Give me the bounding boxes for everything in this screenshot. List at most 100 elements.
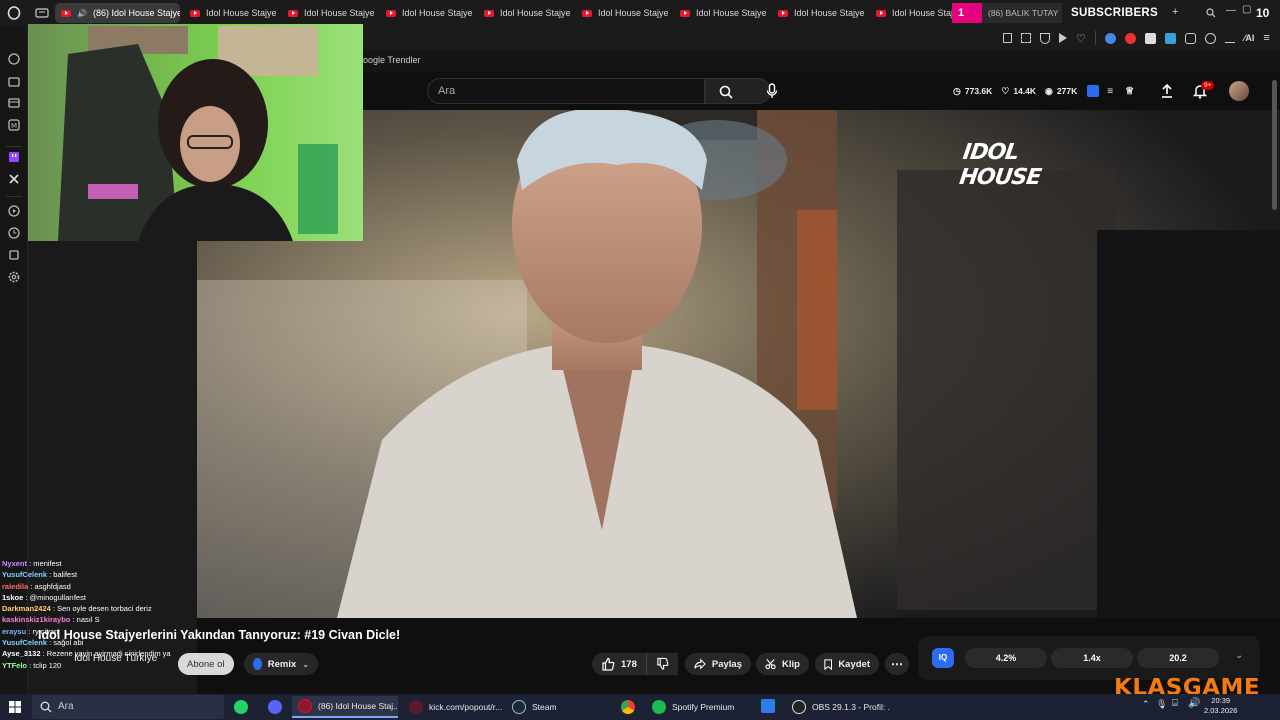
channel-name[interactable]: Idol House Türkiye — [74, 653, 157, 664]
taskbar-item-spotify[interactable]: Spotify Premium — [646, 696, 748, 718]
new-tab-icon[interactable]: + — [1172, 6, 1178, 18]
more-actions-button[interactable]: ⋯ — [885, 653, 909, 675]
tab[interactable]: Idol House Stajyer — [184, 3, 276, 23]
idol-house-watermark: IDOL HOUSE — [957, 140, 1043, 190]
windows-start-icon[interactable] — [9, 701, 21, 713]
tab-label: (86) Idol House Stajye — [92, 8, 180, 18]
chat-text: asghfdjasd — [34, 581, 71, 591]
tab-label: Idol House Stajye — [892, 8, 952, 18]
dislike-button[interactable] — [646, 653, 678, 675]
eye-icon: ◉ — [1045, 85, 1053, 96]
wallet-icon[interactable] — [7, 96, 21, 110]
clock[interactable]: 20:39 2.03.2026 — [1204, 696, 1237, 716]
tab-active[interactable]: 🔊 (86) Idol House Stajye — [55, 3, 180, 23]
taskbar-search-input[interactable]: Ara — [32, 695, 224, 719]
extensions-icon[interactable] — [7, 248, 21, 262]
aria-ai-icon[interactable]: ⁄AI — [1244, 33, 1255, 43]
bookmark-item[interactable]: oogle Trendler — [363, 55, 421, 65]
pin-icon[interactable] — [1003, 33, 1012, 43]
chevron-down-icon[interactable]: ⌄ — [1235, 650, 1243, 661]
play-icon[interactable] — [1059, 33, 1067, 43]
maximize-icon[interactable]: ▢ — [1242, 4, 1251, 15]
taskbar-item-obs[interactable]: OBS 29.1.3 - Profil: ... — [786, 696, 890, 718]
tab-manager-icon[interactable] — [35, 7, 49, 19]
save-button[interactable]: Kaydet — [815, 653, 879, 675]
chat-user: 1skoe — [2, 592, 24, 602]
avatar[interactable] — [1229, 81, 1249, 101]
trophy-icon[interactable]: ♕ — [1125, 86, 1134, 97]
iq-badge[interactable]: IQ — [932, 648, 954, 668]
clip-button[interactable]: Klip — [756, 653, 809, 675]
microphone-tray-icon[interactable]: 🎙 — [1156, 699, 1167, 710]
extension-red-icon[interactable] — [1124, 32, 1136, 44]
chat-user: YTFelo — [2, 660, 28, 670]
snapshot-icon[interactable] — [1021, 33, 1031, 43]
playlist-icon[interactable]: ≡ — [1107, 86, 1113, 97]
taskbar-item-kick[interactable]: kick.com/popout/r... — [403, 696, 503, 718]
upload-icon[interactable] — [1160, 83, 1174, 99]
easy-setup-icon[interactable] — [1204, 32, 1216, 44]
app-blue-icon[interactable] — [761, 699, 775, 713]
network-icon[interactable]: ⌸ — [1172, 698, 1178, 709]
x-twitter-icon[interactable] — [7, 172, 21, 186]
chat-message: raledila : asghfdjasd — [2, 581, 71, 591]
messenger-icon[interactable] — [7, 52, 21, 66]
iq-stat: 20.2 — [1137, 648, 1219, 668]
tab-label: Idol House Stajye — [304, 8, 374, 18]
player-icon[interactable] — [7, 204, 21, 218]
remix-button[interactable]: Remix ⌄ — [244, 653, 318, 675]
tray-chevron-up-icon[interactable]: ⌃ — [1142, 699, 1150, 710]
extension-white-icon[interactable] — [1144, 32, 1156, 44]
twitch-icon[interactable] — [7, 150, 21, 164]
bag-icon[interactable] — [7, 74, 21, 88]
obs-icon — [792, 700, 806, 714]
history-icon[interactable] — [7, 226, 21, 240]
tab[interactable]: Idol House Stajye — [380, 3, 472, 23]
save-label: Kaydet — [838, 658, 870, 670]
taskbar-item-label: Spotify Premium — [672, 702, 735, 712]
chrome-icon[interactable] — [621, 700, 635, 714]
subscribe-button[interactable]: Abone ol — [178, 653, 234, 675]
shield-icon[interactable] — [1040, 32, 1050, 44]
tab[interactable]: Idol House Stajye — [674, 3, 766, 23]
whatsapp-icon[interactable] — [234, 700, 248, 714]
youtube-favicon-icon — [190, 9, 200, 17]
minimize-icon[interactable]: — — [1226, 5, 1236, 16]
chat-user: Nyxent — [2, 559, 28, 568]
extension-cyan-icon[interactable] — [1164, 32, 1176, 44]
download-icon[interactable] — [1224, 33, 1235, 43]
search-input[interactable]: Ara — [427, 78, 705, 104]
tab[interactable]: Idol House Stajye — [870, 3, 952, 23]
menu-icon[interactable]: ≡ — [1263, 32, 1269, 44]
taskbar-item-opera[interactable]: (86) Idol House Staj... — [292, 696, 398, 718]
taskbar-item-label: OBS 29.1.3 - Profil: ... — [812, 702, 890, 712]
tab[interactable]: Idol House Stajye — [478, 3, 570, 23]
iq-extension-icon[interactable] — [1087, 85, 1100, 97]
puzzle-icon[interactable] — [1184, 32, 1196, 44]
share-icon — [694, 658, 706, 670]
tab-label: Idol House Stajye — [598, 8, 668, 18]
search-icon — [40, 701, 52, 713]
taskbar-item-label: Steam — [532, 702, 557, 712]
share-button[interactable]: Paylaş — [685, 653, 751, 675]
settings-gear-icon[interactable] — [7, 270, 21, 284]
mail-icon[interactable]: M — [7, 118, 21, 132]
taskbar-item-steam[interactable]: Steam — [506, 696, 606, 718]
tab[interactable]: Idol House Stajye — [576, 3, 668, 23]
steam-icon — [512, 700, 526, 714]
chat-text: balifest — [53, 570, 78, 580]
tab[interactable]: Idol House Stajye — [772, 3, 864, 23]
heart-icon[interactable]: ♡ — [1076, 32, 1086, 45]
page-scrollbar[interactable] — [1272, 80, 1277, 210]
opera-logo-icon[interactable] — [7, 6, 21, 20]
voice-search-button[interactable] — [758, 77, 786, 105]
chat-text: menifest — [33, 559, 62, 568]
chat-text: @minogullarıfest — [29, 592, 86, 602]
extension-blue-icon[interactable] — [1104, 32, 1116, 44]
volume-icon[interactable]: 🔊 — [1188, 698, 1200, 709]
chat-user: kaskinskiz1kiraybo — [2, 615, 71, 625]
search-icon[interactable] — [1206, 8, 1216, 18]
discord-icon[interactable] — [268, 700, 282, 714]
youtube-favicon-icon — [680, 9, 690, 17]
tab[interactable]: Idol House Stajye — [282, 3, 374, 23]
